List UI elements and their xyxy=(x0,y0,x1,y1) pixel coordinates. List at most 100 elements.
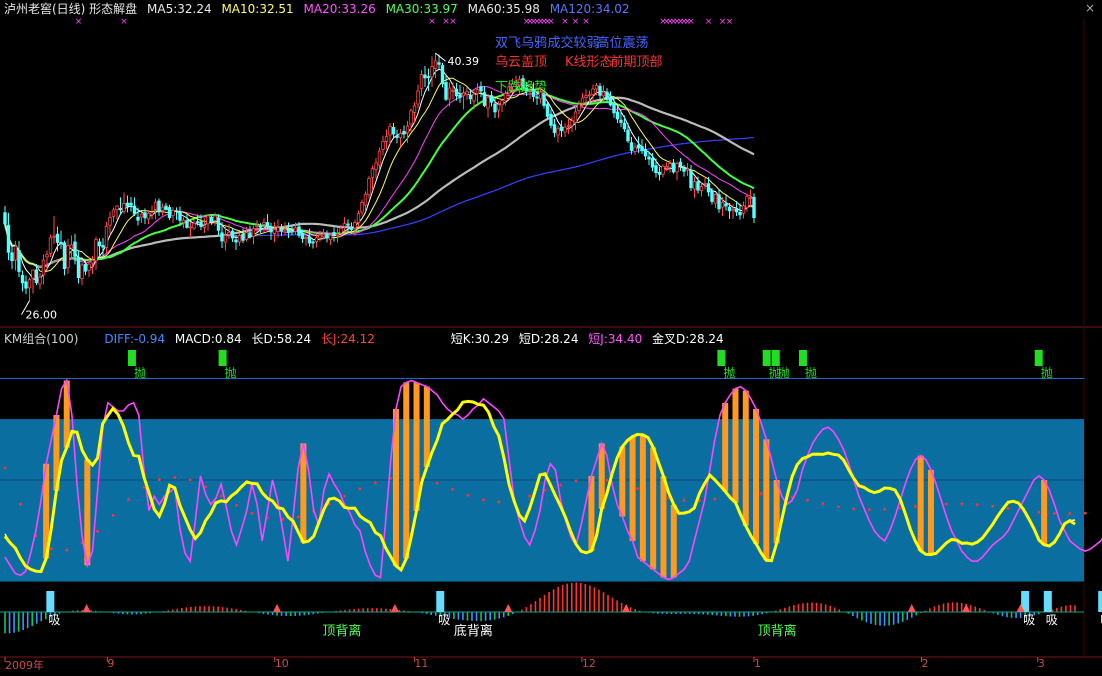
candle-body xyxy=(111,209,116,217)
long-d-dot xyxy=(883,507,887,511)
candle-body xyxy=(381,140,385,150)
candle-body xyxy=(17,250,21,272)
candle-body xyxy=(580,97,585,104)
ma20-label: MA20:33.26 xyxy=(303,2,376,16)
candle-body xyxy=(300,232,305,239)
long-d-dot xyxy=(1068,512,1072,515)
j-divergence-bar xyxy=(732,388,739,503)
candle-body xyxy=(696,181,700,191)
buy-signal-block xyxy=(46,591,55,612)
candle-body xyxy=(174,210,179,213)
close-icon[interactable]: × xyxy=(1084,2,1096,14)
candle-body xyxy=(314,237,319,242)
long-d-dot xyxy=(852,507,856,511)
candle-body xyxy=(153,201,158,210)
long-d-dot xyxy=(142,485,146,489)
candle-body xyxy=(178,211,182,221)
long-d-dot xyxy=(559,483,562,487)
candle-body xyxy=(157,200,161,213)
j-divergence-bar xyxy=(423,386,430,468)
candle-body xyxy=(699,186,704,191)
candle-body xyxy=(570,120,574,127)
candle-body xyxy=(307,236,312,244)
candle-body xyxy=(150,212,154,216)
long-d-dot xyxy=(127,498,130,501)
long-d-dot xyxy=(435,481,439,485)
candle-body xyxy=(94,239,98,262)
candle-body xyxy=(374,162,378,170)
candle-body xyxy=(34,269,39,284)
candle-body xyxy=(612,103,616,114)
candle-body xyxy=(41,259,46,276)
candle-body xyxy=(304,237,308,240)
candle-body xyxy=(160,206,165,211)
candle-body xyxy=(213,215,217,221)
long-d-dot xyxy=(636,487,640,491)
sell-signal-label: 抛 xyxy=(805,365,817,380)
candle-body xyxy=(720,201,725,208)
pattern-annotation: 成交较弱 xyxy=(548,35,600,51)
buy-signal-label: 吸 xyxy=(48,613,60,627)
candle-body xyxy=(440,65,445,85)
j-divergence-bar xyxy=(753,408,760,544)
candle-body xyxy=(290,230,294,233)
chart-stage: × × × × × × × × × × × × × × × × × × × × × × × × × × × × 40.39 26.00 乌云… xyxy=(0,0,1102,672)
candle-body xyxy=(48,237,53,254)
candle-body xyxy=(601,91,606,97)
long-d-dot xyxy=(867,508,871,511)
candle-body xyxy=(661,165,665,175)
candle-body xyxy=(675,163,679,173)
candle-body xyxy=(328,234,333,241)
candle-body xyxy=(398,133,403,139)
candle-body xyxy=(248,232,252,238)
pattern-annotation: K线形态 xyxy=(565,55,613,70)
candle-body xyxy=(594,85,599,90)
red-arrow-marker xyxy=(82,604,91,612)
sell-signal-block xyxy=(1034,350,1043,366)
candle-body xyxy=(276,227,280,232)
candle-body xyxy=(454,88,459,97)
candle-body xyxy=(563,126,567,133)
candle-body xyxy=(388,125,392,136)
candle-body xyxy=(164,205,168,210)
candle-body xyxy=(80,264,84,279)
candle-body xyxy=(706,183,711,193)
long-d-dot xyxy=(1053,511,1056,515)
candle-body xyxy=(122,203,126,212)
candle-body xyxy=(458,94,462,98)
long-d-dot xyxy=(497,500,501,504)
candle-body xyxy=(20,274,25,284)
date-tick-label: 10 xyxy=(274,657,289,670)
candle-body xyxy=(682,167,686,172)
candle-body xyxy=(272,229,277,234)
candle-body xyxy=(552,124,557,133)
j-divergence-bar xyxy=(650,447,657,570)
candle-body xyxy=(363,193,368,206)
candle-body xyxy=(76,256,81,279)
candle-body xyxy=(349,227,354,230)
candle-body xyxy=(143,212,147,219)
candle-body xyxy=(66,245,70,269)
candle-body xyxy=(451,89,455,92)
j-divergence-bar xyxy=(742,390,749,526)
candle-body xyxy=(727,206,732,212)
top-marker-glyph: × xyxy=(449,17,457,27)
candle-body xyxy=(115,205,119,211)
sell-signal-label: 抛 xyxy=(778,365,790,380)
j-divergence-bar xyxy=(1041,480,1048,545)
long-d-dot xyxy=(682,499,686,502)
candle-body xyxy=(486,96,490,109)
ma-line-ma5 xyxy=(4,68,755,282)
sell-signal-block xyxy=(798,350,807,366)
pattern-annotation: 乌云盖顶 xyxy=(495,54,547,70)
long-d-dot xyxy=(65,548,69,552)
candle-body xyxy=(559,126,564,132)
j-divergence-bar xyxy=(619,446,626,517)
candle-body xyxy=(391,126,396,135)
long-d-dot xyxy=(1037,510,1041,514)
candle-body xyxy=(241,233,245,241)
low-price-label: 26.00 xyxy=(26,309,58,322)
long-d-dot xyxy=(373,481,377,485)
candle-body xyxy=(181,219,186,223)
price-header: 泸州老窖(日线) 形态解盘 MA5:32.24 MA10:32.51 MA20:… xyxy=(4,1,636,17)
